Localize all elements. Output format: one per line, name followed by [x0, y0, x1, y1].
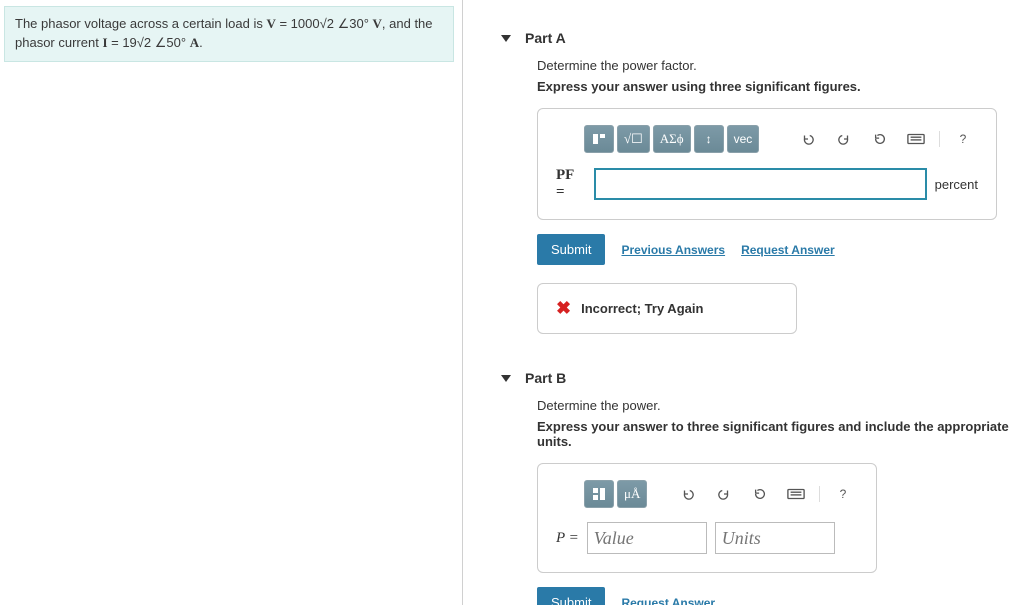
template-button[interactable] — [584, 480, 614, 508]
chevron-down-icon — [501, 35, 511, 42]
part-a-answer-label: PF = — [556, 167, 586, 201]
part-a-toolbar: √☐ ΑΣϕ ↕ vec ? — [584, 125, 978, 153]
part-b-prompt: Determine the power. — [537, 398, 1012, 413]
redo-button[interactable] — [829, 125, 859, 153]
submit-button[interactable]: Submit — [537, 587, 605, 605]
part-a-instruction: Express your answer using three signific… — [537, 79, 1012, 94]
chevron-down-icon — [501, 375, 511, 382]
part-b-input-card: μÅ ? P = — [537, 463, 877, 573]
incorrect-icon: ✖ — [556, 298, 571, 319]
request-answer-link[interactable]: Request Answer — [621, 596, 715, 605]
help-button[interactable]: ? — [948, 125, 978, 153]
previous-answers-link[interactable]: Previous Answers — [621, 243, 725, 257]
part-a-input-card: √☐ ΑΣϕ ↕ vec ? — [537, 108, 997, 220]
part-b-instruction: Express your answer to three significant… — [537, 419, 1012, 449]
request-answer-link[interactable]: Request Answer — [741, 243, 835, 257]
vec-button[interactable]: vec — [727, 125, 760, 153]
subsup-button[interactable]: ↕ — [694, 125, 724, 153]
feedback-card: ✖ Incorrect; Try Again — [537, 283, 797, 334]
submit-button[interactable]: Submit — [537, 234, 605, 265]
feedback-message: Incorrect; Try Again — [581, 301, 703, 316]
pf-input[interactable] — [594, 168, 927, 200]
redo-button[interactable] — [709, 480, 739, 508]
problem-statement: The phasor voltage across a certain load… — [4, 6, 454, 62]
keyboard-button[interactable] — [781, 480, 811, 508]
template-button[interactable] — [584, 125, 614, 153]
part-a-header[interactable]: Part A — [501, 30, 1012, 46]
undo-button[interactable] — [673, 480, 703, 508]
part-a-title: Part A — [525, 30, 566, 46]
units-palette-button[interactable]: μÅ — [617, 480, 647, 508]
part-b-header[interactable]: Part B — [501, 370, 1012, 386]
keyboard-button[interactable] — [901, 125, 931, 153]
part-a-prompt: Determine the power factor. — [537, 58, 1012, 73]
greek-button[interactable]: ΑΣϕ — [653, 125, 691, 153]
part-a-unit: percent — [935, 177, 978, 192]
help-button[interactable]: ? — [828, 480, 858, 508]
value-input[interactable] — [587, 522, 707, 554]
reset-button[interactable] — [865, 125, 895, 153]
units-input[interactable] — [715, 522, 835, 554]
part-b-title: Part B — [525, 370, 566, 386]
sqrt-button[interactable]: √☐ — [617, 125, 650, 153]
part-b-toolbar: μÅ ? — [584, 480, 858, 508]
reset-button[interactable] — [745, 480, 775, 508]
undo-button[interactable] — [793, 125, 823, 153]
part-b-answer-label: P = — [556, 530, 579, 547]
